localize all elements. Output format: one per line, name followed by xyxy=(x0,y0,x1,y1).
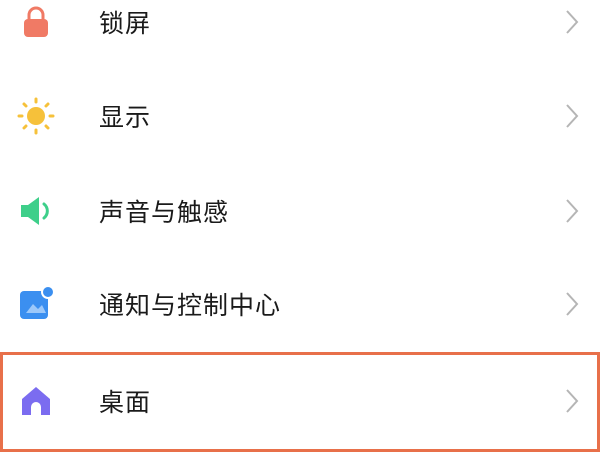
settings-item-label: 显示 xyxy=(99,103,152,132)
settings-item-label: 通知与控制中心 xyxy=(99,291,282,320)
settings-item-sound-haptics[interactable]: 声音与触感 xyxy=(0,164,600,258)
home-icon xyxy=(16,381,56,421)
chevron-right-icon xyxy=(562,196,582,226)
settings-item-desktop[interactable]: 桌面 xyxy=(0,354,600,448)
settings-item-lock-screen[interactable]: 锁屏 xyxy=(0,0,600,69)
notification-icon xyxy=(16,284,56,324)
chevron-right-icon xyxy=(562,7,582,37)
settings-item-notifications-control-center[interactable]: 通知与控制中心 xyxy=(0,257,600,351)
settings-list: 锁屏 显示 声音与触感 通知与控制中心 桌面 xyxy=(0,0,600,452)
chevron-right-icon xyxy=(562,101,582,131)
settings-item-label: 声音与触感 xyxy=(99,198,230,227)
settings-item-display[interactable]: 显示 xyxy=(0,69,600,163)
chevron-right-icon xyxy=(562,386,582,416)
speaker-icon xyxy=(16,191,56,231)
lock-icon xyxy=(16,2,56,42)
settings-item-label: 桌面 xyxy=(99,388,152,417)
sun-icon xyxy=(16,96,56,136)
settings-item-label: 锁屏 xyxy=(99,9,152,38)
chevron-right-icon xyxy=(562,289,582,319)
